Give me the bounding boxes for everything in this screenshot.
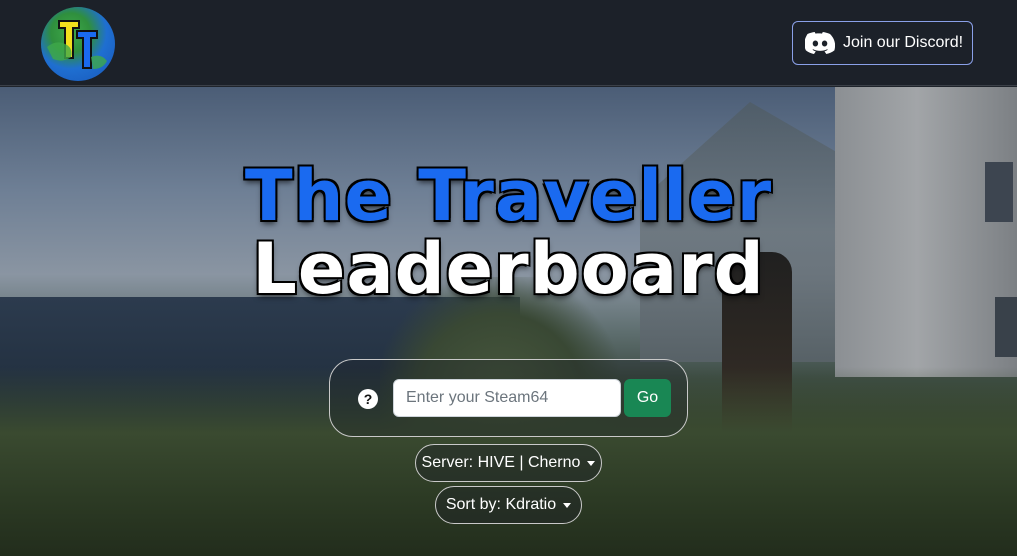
server-dropdown-label: Server: HIVE | Cherno [421,454,581,471]
discord-icon [805,31,837,55]
server-dropdown[interactable]: Server: HIVE | Cherno [415,444,602,482]
caret-down-icon [587,460,596,466]
go-button[interactable]: Go [624,379,671,417]
discord-button-label: Join our Discord! [843,34,964,51]
caret-down-icon [563,502,572,508]
sort-dropdown[interactable]: Sort by: Kdratio [435,486,582,524]
help-icon[interactable]: ? [358,389,378,409]
join-discord-button[interactable]: Join our Discord! [792,21,973,65]
page-title-line1: The Traveller [244,155,773,237]
top-navbar: Join our Discord! [0,0,1017,86]
logo[interactable] [41,7,115,81]
sort-dropdown-label: Sort by: Kdratio [445,496,557,513]
page-title-line2: Leaderboard [252,228,765,310]
steam64-input[interactable] [393,379,621,417]
